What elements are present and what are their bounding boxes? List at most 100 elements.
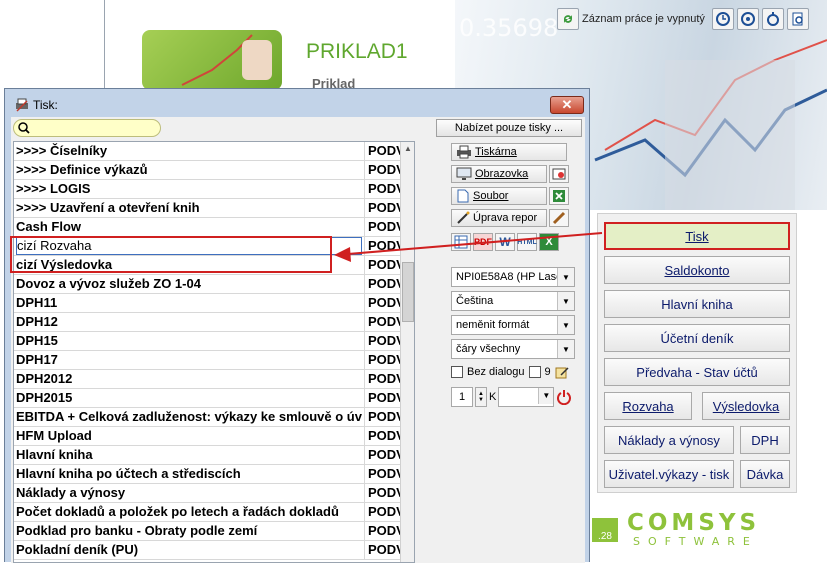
company-title: PRIKLAD1 xyxy=(306,40,408,63)
hand-pen-icon xyxy=(181,34,272,86)
list-item[interactable]: Hlavní kniha po účtech a střediscích PODV… xyxy=(14,465,414,484)
saldokonto-button[interactable]: Saldokonto xyxy=(604,256,790,284)
no-dialog-label: Bez dialogu xyxy=(467,366,525,378)
nine-checkbox[interactable] xyxy=(528,366,541,378)
pdf-export-button[interactable]: PDF xyxy=(473,233,493,251)
power-icon[interactable] xyxy=(556,389,572,405)
report-name: DPH2015 xyxy=(16,390,73,405)
list-item[interactable]: Dovoz a vývoz služeb ZO 1-04 PODVO xyxy=(14,275,414,294)
chevron-down-icon: ▼ xyxy=(557,292,574,310)
copies-spinner[interactable]: ▲ ▼ xyxy=(475,387,487,407)
search-box[interactable] xyxy=(13,119,161,137)
ucetni-denik-button[interactable]: Účetní deník xyxy=(604,324,790,352)
print-dialog-icon xyxy=(16,98,28,112)
uzivatel-vykazy-button[interactable]: Uživatel.výkazy - tisk xyxy=(604,460,734,488)
logo-line2: SOFTWARE xyxy=(633,535,758,548)
scroll-thumb[interactable] xyxy=(402,262,414,322)
chevron-down-icon: ▼ xyxy=(557,268,574,286)
screen-button[interactable]: Obrazovka xyxy=(451,165,547,183)
list-item[interactable]: >>>> Definice výkazů PODVO xyxy=(14,161,414,180)
list-item[interactable]: HFM Upload PODVO xyxy=(14,427,414,446)
chevron-down-icon: ▼ xyxy=(557,316,574,334)
report-name: >>>> Uzavření a otevření knih xyxy=(16,200,200,215)
stopwatch-icon[interactable] xyxy=(761,8,784,30)
language-value: Čeština xyxy=(456,295,494,307)
report-name: Náklady a výnosy xyxy=(16,485,126,500)
report-name: >>>> LOGIS xyxy=(16,181,91,196)
extra-select[interactable]: ▼ xyxy=(498,387,555,407)
word-export-button[interactable]: W xyxy=(495,233,515,251)
naklady-label: Náklady a výnosy xyxy=(618,432,720,448)
list-item[interactable]: Cash Flow PODVO xyxy=(14,218,414,237)
naklady-vynosy-button[interactable]: Náklady a výnosy xyxy=(604,426,734,454)
scroll-up-icon[interactable]: ▲ xyxy=(403,144,413,154)
dph-button[interactable]: DPH xyxy=(740,426,790,454)
uzivatel-label: Uživatel.výkazy - tisk xyxy=(608,466,730,482)
close-icon: ✕ xyxy=(561,97,573,112)
davka-button[interactable]: Dávka xyxy=(740,460,790,488)
format-value: neměnit formát xyxy=(456,319,530,331)
list-item[interactable]: >>>> Uzavření a otevření knih PODVO xyxy=(14,199,414,218)
report-name: Pokladní deník (PU) xyxy=(16,542,139,557)
list-item[interactable]: Hlavní kniha PODVO xyxy=(14,446,414,465)
report-name: DPH17 xyxy=(16,352,58,367)
list-item[interactable]: cizí Rozvaha PODVO xyxy=(14,237,414,256)
list-item[interactable]: DPH12 PODVO xyxy=(14,313,414,332)
xls-export-button[interactable]: X xyxy=(539,233,559,251)
mail-icon xyxy=(552,168,566,180)
tisk-button[interactable]: Tisk xyxy=(604,222,790,250)
no-dialog-checkbox[interactable] xyxy=(451,366,463,378)
list-item[interactable]: EBITDA + Celková zadluženost: výkazy ke … xyxy=(14,408,414,427)
list-item[interactable]: Podklad pro banku - Obraty podle zemí POD… xyxy=(14,522,414,541)
vertical-scrollbar[interactable]: ▲ xyxy=(400,142,414,562)
predvaha-label: Předvaha - Stav účtů xyxy=(636,364,758,380)
list-item[interactable]: Pokladní deník (PU) PODVO xyxy=(14,541,414,560)
report-name: >>>> Definice výkazů xyxy=(16,162,148,177)
table-icon xyxy=(454,235,468,249)
list-item[interactable]: DPH11 PODVO xyxy=(14,294,414,313)
list-item[interactable]: DPH2015 PODVO xyxy=(14,389,414,408)
edit-report-button[interactable]: Úprava repor xyxy=(451,209,547,227)
list-item[interactable]: Náklady a výnosy PODVO xyxy=(14,484,414,503)
hlavni-kniha-button[interactable]: Hlavní kniha xyxy=(604,290,790,318)
lines-select[interactable]: čáry všechny ▼ xyxy=(451,339,575,359)
ruler-pencil-icon xyxy=(552,211,566,225)
html-export-button[interactable]: HTML xyxy=(517,233,537,251)
list-item[interactable]: cizí Výsledovka PODVO xyxy=(14,256,414,275)
list-item[interactable]: >>>> LOGIS PODVO xyxy=(14,180,414,199)
timer-icon[interactable] xyxy=(736,8,759,30)
printer-icon xyxy=(457,145,471,159)
predvaha-button[interactable]: Předvaha - Stav účtů xyxy=(604,358,790,386)
settings-pencil-icon[interactable] xyxy=(555,365,569,379)
list-item[interactable]: DPH2012 PODVO xyxy=(14,370,414,389)
copies-input[interactable]: 1 xyxy=(451,387,473,407)
report-name: Hlavní kniha po účtech a střediscích xyxy=(16,466,241,481)
report-list[interactable]: >>>> Číselníky PODVO >>>> Definice výkazů P… xyxy=(13,141,415,563)
file-button[interactable]: Soubor xyxy=(451,187,547,205)
format-select[interactable]: neměnit formát ▼ xyxy=(451,315,575,335)
report-name: DPH12 xyxy=(16,314,58,329)
document-search-icon[interactable] xyxy=(786,8,809,30)
language-select[interactable]: Čeština ▼ xyxy=(451,291,575,311)
nine-label: 9 xyxy=(544,366,551,378)
list-item[interactable]: DPH15 PODVO xyxy=(14,332,414,351)
printer-select[interactable]: NPI0E58A8 (HP Lase ▼ xyxy=(451,267,575,287)
list-item[interactable]: Počet dokladů a položek po letech a řadá… xyxy=(14,503,414,522)
list-item[interactable]: DPH17 PODVO xyxy=(14,351,414,370)
vysledovka-button[interactable]: Výsledovka xyxy=(702,392,790,420)
printer-button[interactable]: Tiskárna xyxy=(451,143,567,161)
rozvaha-button[interactable]: Rozvaha xyxy=(604,392,692,420)
clock-icon[interactable] xyxy=(711,8,734,30)
email-button[interactable] xyxy=(549,165,569,183)
preview-export-button[interactable] xyxy=(451,233,471,251)
report-name: Dovoz a vývoz služeb ZO 1-04 xyxy=(16,276,201,291)
design-button[interactable] xyxy=(549,209,569,227)
printer-label: Tiskárna xyxy=(475,146,517,158)
search-input[interactable] xyxy=(30,120,154,136)
close-button[interactable]: ✕ xyxy=(550,96,584,114)
refresh-icon[interactable] xyxy=(557,8,579,30)
report-name: Podklad pro banku - Obraty podle zemí xyxy=(16,523,258,538)
list-item[interactable]: >>>> Číselníky PODVO xyxy=(14,142,414,161)
excel-export-button[interactable] xyxy=(549,187,569,205)
only-printers-button[interactable]: Nabízet pouze tisky ... xyxy=(436,119,582,137)
